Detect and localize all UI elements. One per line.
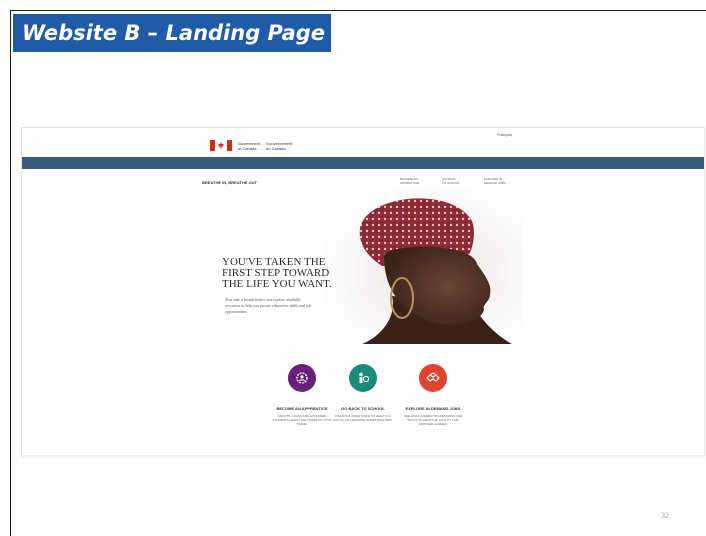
feature-jobs[interactable]: EXPLORE IN DEMAND JOBS SEE WHAT CAREER P… [401,364,465,426]
language-toggle-link[interactable]: Français [497,132,512,137]
feature-school[interactable]: GO BACK TO SCHOOL FINANCIAL ASSISTANCE T… [331,364,395,422]
feature-description: SEE WHAT CAREER PROFESSIONS AND TOOLS TO… [403,414,463,426]
headline-line: THE LIFE YOU WANT. [222,278,332,290]
slide-border [10,10,706,11]
feature-description: FINANCIAL ASSISTANCE TO HELP YOU FOCUS O… [333,414,393,422]
screenshot-shadow [21,455,705,459]
slide: Website B – Landing Page Français Govern… [0,0,706,536]
feature-label: EXPLORE IN DEMAND JOBS [405,406,461,411]
hero-subtext: Now take a breath before you explore ava… [225,297,312,314]
site-nav: BECOME AN APPRENTICE GO BACK TO SCHOOL E… [400,177,526,185]
nav-link-line: APPRENTICE [400,181,420,185]
government-of-canada-logo[interactable]: Government of Canada Gouvernement du Can… [210,140,292,151]
nav-link-line: DEMAND JOBS [484,181,506,185]
feature-label: GO BACK TO SCHOOL [341,406,385,411]
gov-name-fr: Gouvernement du Canada [266,140,293,151]
website-screenshot: Français Government of Canada Gouverneme… [21,127,705,457]
page-number: 32 [661,511,669,520]
student-icon [349,364,377,392]
canada-flag-icon [210,140,232,151]
slide-border [10,10,11,536]
nav-link-school[interactable]: GO BACK TO SCHOOL [442,177,484,185]
slide-title: Website B – Landing Page [13,14,331,52]
hero-headline: YOU'VE TAKEN THE FIRST STEP TOWARD THE L… [222,257,372,290]
gear-person-icon [288,364,316,392]
feature-description: GRANTS, LOANS AND EXTENDED STUDENTS LEAR… [272,414,332,426]
feature-apprentice[interactable]: BECOME AN APPRENTICE GRANTS, LOANS AND E… [270,364,334,426]
header-band [22,157,704,169]
gov-name-en: Government of Canada [238,140,261,151]
nav-link-line: TO SCHOOL [442,181,460,185]
handshake-icon [419,364,447,392]
nav-link-apprentice[interactable]: BECOME AN APPRENTICE [400,177,442,185]
nav-link-jobs[interactable]: EXPLORE IN DEMAND JOBS [484,177,526,185]
campaign-title: BREATHE IN, BREATHE OUT [202,180,257,185]
feature-label: BECOME AN APPRENTICE [276,406,328,411]
